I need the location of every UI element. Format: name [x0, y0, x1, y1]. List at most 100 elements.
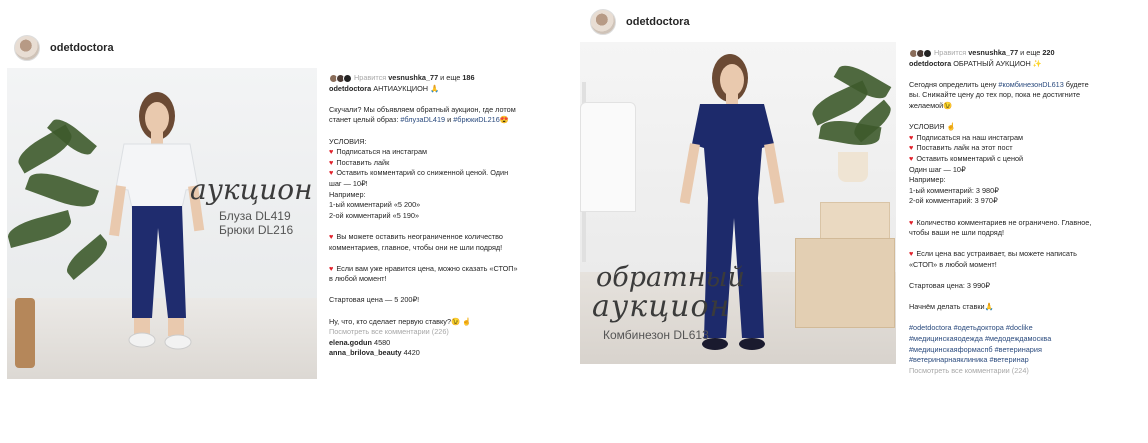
caption-text: Подписаться на наш инстаграм: [916, 132, 1024, 142]
post-username[interactable]: odetdoctora: [50, 42, 114, 54]
heart-icon: ♥: [909, 153, 914, 163]
likes-user[interactable]: vesnushka_77: [388, 73, 438, 84]
model-shoe: [128, 332, 156, 348]
model-arm: [680, 143, 700, 204]
hashtag-link[interactable]: #блузаDL419: [400, 115, 445, 124]
avatar[interactable]: [590, 9, 616, 35]
comment-username[interactable]: elena.godun: [329, 338, 372, 347]
overlay-title: аукцион: [190, 173, 313, 206]
hashtag-link[interactable]: #ветеринарнаяклиника #ветеринар: [909, 355, 1029, 364]
post-photo[interactable]: аукцион Блуза DL419 Брюки DL216: [7, 68, 317, 379]
caption-line: Стартовая цена: 3 990₽: [909, 281, 1146, 292]
model-trousers: [132, 206, 186, 318]
caption-text: ОБРАТНЫЙ АУКЦИОН ✨: [953, 58, 1042, 68]
caption-line: чтобы ваши не шли подряд!: [909, 228, 1146, 239]
view-comments-link[interactable]: Посмотреть все комментарии (226): [329, 327, 449, 336]
hashtag-link[interactable]: #odetdoctora #одетьдоктора #doclike: [909, 323, 1033, 332]
caption-line: ♥ Вы можете оставить неограниченное колич…: [329, 232, 574, 243]
heart-icon: ♥: [909, 143, 914, 153]
avatar[interactable]: [14, 35, 40, 61]
likes-count[interactable]: 186: [462, 73, 474, 84]
caption-text: Поставить лайк на этот пост: [916, 143, 1013, 153]
caption-line: ♥ Количество комментариев не ограничено. …: [909, 218, 1146, 229]
hashtag-link[interactable]: #медицинскаяодежда #медодеждамосква: [909, 334, 1051, 343]
caption-text: 4420: [401, 348, 420, 358]
caption-text: Один шаг — 10₽: [909, 164, 966, 174]
caption-text: будете: [1063, 79, 1089, 89]
caption-text: Подписаться на инстаграм: [336, 147, 428, 157]
model-arm: [109, 185, 126, 237]
model-neck: [726, 94, 738, 104]
caption-text: 😍: [499, 115, 509, 125]
caption-line: Посмотреть все комментарии (224): [909, 366, 1146, 377]
caption-line: #медицинскаяодежда #медодеждамосква: [909, 334, 1146, 345]
comment-username[interactable]: anna_brilova_beauty: [329, 348, 402, 357]
caption-text: Начнём делать ставки🙏: [909, 302, 994, 312]
hashtag-link[interactable]: #брюкиDL216: [453, 115, 500, 124]
post-username[interactable]: odetdoctora: [626, 16, 690, 28]
plant-pot: [838, 152, 868, 182]
likes-count[interactable]: 220: [1042, 48, 1054, 59]
caption-text: Например:: [329, 189, 366, 199]
overlay-title-1: обратный: [596, 262, 745, 293]
caption-user[interactable]: odetdoctora: [909, 59, 951, 68]
caption-line: elena.godun 4580: [329, 338, 574, 349]
heart-icon: ♥: [329, 157, 334, 167]
caption-text: Если вам уже нравится цена, можно сказат…: [336, 263, 518, 273]
heart-icon: ♥: [909, 217, 914, 227]
caption-line: ♥ Поставить лайк на этот пост: [909, 143, 1146, 154]
caption-line: вы. Снижайте цену до тех пор, пока не до…: [909, 90, 1146, 101]
heart-icon: ♥: [329, 263, 334, 273]
caption-text: Например:: [909, 175, 946, 185]
caption-text: Количество комментариев не ограничено. Г…: [916, 217, 1092, 227]
caption-line: Скучали? Мы объявляем обратный аукцион, …: [329, 105, 574, 116]
caption-body: Сегодня определить цену #комбинезонDL613…: [909, 80, 1146, 377]
caption-line: в любой момент!: [329, 274, 574, 285]
post-photo[interactable]: обратный аукцион Комбинезон DL613: [580, 42, 896, 364]
heart-icon: ♥: [909, 132, 914, 142]
post-details: Нравится vesnushka_77 и еще 220 odetdoct…: [909, 48, 1146, 376]
caption-line: anna_brilova_beauty 4420: [329, 348, 574, 359]
caption-text: чтобы ваши не шли подряд!: [909, 228, 1005, 238]
caption-text: УСЛОВИЯ ☝: [909, 122, 956, 132]
likes-row: Нравится vesnushka_77 и еще 220: [909, 48, 1146, 59]
model-shoe: [164, 334, 192, 350]
wooden-box: [795, 238, 895, 328]
heart-icon: ♥: [329, 147, 334, 157]
heart-icon: ♥: [329, 168, 334, 178]
caption-text: Ну, что, кто сделает первую ставку?😉 ☝: [329, 316, 472, 326]
caption-user[interactable]: odetdoctora: [329, 84, 371, 93]
model-figure: [109, 92, 205, 350]
caption-text: 1-ый комментарий: 3 980₽: [909, 185, 999, 195]
caption-line: Например:: [909, 175, 1146, 186]
caption-text: Вы можете оставить неограниченное количе…: [336, 231, 503, 241]
caption-line: ♥ Оставить комментарий со сниженной ценой…: [329, 168, 574, 179]
caption-text: 2-ой комментарий «5 190»: [329, 210, 420, 220]
view-comments-link[interactable]: Посмотреть все комментарии (224): [909, 366, 1029, 375]
caption-line: #медицинскаяформаспб #ветеринария: [909, 345, 1146, 356]
hashtag-link[interactable]: #медицинскаяформаспб #ветеринария: [909, 345, 1042, 354]
model-face: [145, 102, 169, 134]
caption-line: #ветеринарнаяклиника #ветеринар: [909, 355, 1146, 366]
overlay-title-2: аукцион: [592, 289, 731, 324]
liker-avatars[interactable]: [909, 48, 932, 58]
likes-user[interactable]: vesnushka_77: [968, 48, 1018, 59]
caption-text: Поставить лайк: [336, 157, 390, 167]
instagram-post-1: odetdoctora аукцион Блуза DL419 Брюки DL…: [0, 0, 574, 443]
liker-avatars[interactable]: [329, 73, 352, 83]
caption-text: Сегодня определить цену: [909, 79, 999, 89]
caption-line: Например:: [329, 190, 574, 201]
caption-text: Стартовая цена: 3 990₽: [909, 281, 990, 291]
model-face: [720, 64, 744, 96]
hashtag-link[interactable]: #комбинезонDL613: [998, 80, 1063, 89]
caption-line: Начнём делать ставки🙏: [909, 302, 1146, 313]
likes-row: Нравится vesnushka_77 и еще 186: [329, 73, 574, 84]
post-header: odetdoctora: [14, 35, 114, 61]
caption-line: 1-ый комментарий: 3 980₽: [909, 186, 1146, 197]
